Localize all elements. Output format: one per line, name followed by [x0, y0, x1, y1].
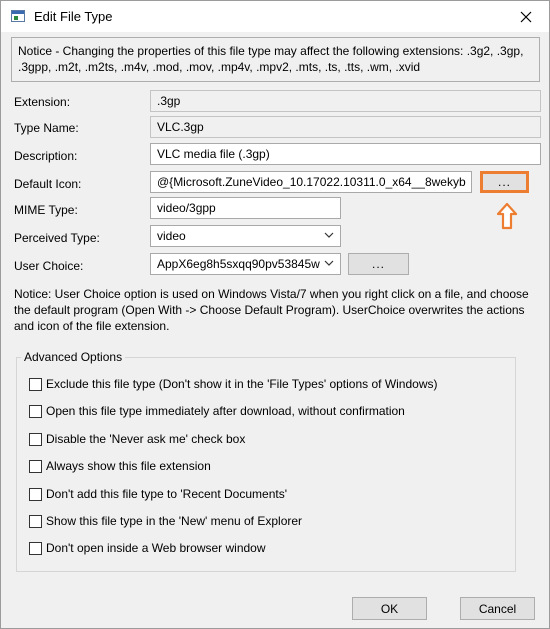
extension-label: Extension:: [14, 95, 71, 109]
mime-type-label: MIME Type:: [14, 203, 78, 217]
perceived-type-value: video: [157, 229, 186, 243]
extension-field[interactable]: .3gp: [150, 90, 541, 112]
user-choice-notice: Notice: User Choice option is used on Wi…: [14, 287, 529, 333]
option-label: Open this file type immediately after do…: [46, 404, 405, 418]
close-icon: [520, 11, 532, 22]
option-label: Don't add this file type to 'Recent Docu…: [46, 487, 287, 501]
checkbox[interactable]: [29, 404, 42, 418]
option-label: Don't open inside a Web browser window: [46, 541, 266, 555]
option-exclude[interactable]: Exclude this file type (Don't show it in…: [29, 377, 438, 391]
checkbox[interactable]: [29, 514, 42, 528]
option-always-show-extension[interactable]: Always show this file extension: [29, 459, 211, 473]
checkbox[interactable]: [29, 541, 42, 555]
option-no-browser-window[interactable]: Don't open inside a Web browser window: [29, 541, 266, 555]
user-choice-value: AppX6eg8h5sxqq90pv53845w: [157, 257, 320, 271]
user-choice-browse-button[interactable]: ...: [348, 253, 409, 275]
description-label: Description:: [14, 149, 78, 163]
window-title: Edit File Type: [34, 9, 113, 24]
extensions-notice: Notice - Changing the properties of this…: [11, 37, 540, 82]
default-icon-input[interactable]: @{Microsoft.ZuneVideo_10.17022.10311.0_x…: [150, 171, 472, 193]
title-bar: Edit File Type: [1, 1, 549, 32]
app-window-icon: [11, 10, 25, 22]
default-icon-browse-button[interactable]: ...: [480, 171, 529, 193]
user-choice-select[interactable]: AppX6eg8h5sxqq90pv53845w: [150, 253, 341, 275]
type-name-label: Type Name:: [14, 121, 79, 135]
checkbox[interactable]: [29, 459, 42, 473]
option-show-in-new-menu[interactable]: Show this file type in the 'New' menu of…: [29, 514, 302, 528]
checkbox[interactable]: [29, 432, 42, 446]
mime-type-input[interactable]: video/3gpp: [150, 197, 341, 219]
option-open-immediately[interactable]: Open this file type immediately after do…: [29, 404, 405, 418]
option-label: Disable the 'Never ask me' check box: [46, 432, 246, 446]
option-label: Show this file type in the 'New' menu of…: [46, 514, 303, 528]
edit-file-type-dialog: Edit File Type Notice - Changing the pro…: [0, 0, 550, 629]
checkbox[interactable]: [29, 487, 42, 501]
description-input[interactable]: VLC media file (.3gp): [150, 143, 541, 165]
advanced-options-title: Advanced Options: [21, 350, 126, 364]
checkbox[interactable]: [29, 377, 42, 391]
chevron-down-icon: [324, 260, 334, 266]
option-no-recent-documents[interactable]: Don't add this file type to 'Recent Docu…: [29, 487, 287, 501]
user-choice-label: User Choice:: [14, 259, 84, 273]
default-icon-label: Default Icon:: [14, 177, 82, 191]
ok-button[interactable]: OK: [352, 597, 427, 620]
perceived-type-label: Perceived Type:: [14, 231, 100, 245]
arrow-up-icon: [496, 202, 518, 230]
type-name-field[interactable]: VLC.3gp: [150, 116, 541, 138]
option-label: Always show this file extension: [46, 459, 211, 473]
close-button[interactable]: [503, 1, 549, 32]
cancel-button[interactable]: Cancel: [460, 597, 535, 620]
perceived-type-select[interactable]: video: [150, 225, 341, 247]
option-disable-never-ask[interactable]: Disable the 'Never ask me' check box: [29, 432, 245, 446]
chevron-down-icon: [324, 232, 334, 238]
option-label: Exclude this file type (Don't show it in…: [46, 377, 438, 391]
